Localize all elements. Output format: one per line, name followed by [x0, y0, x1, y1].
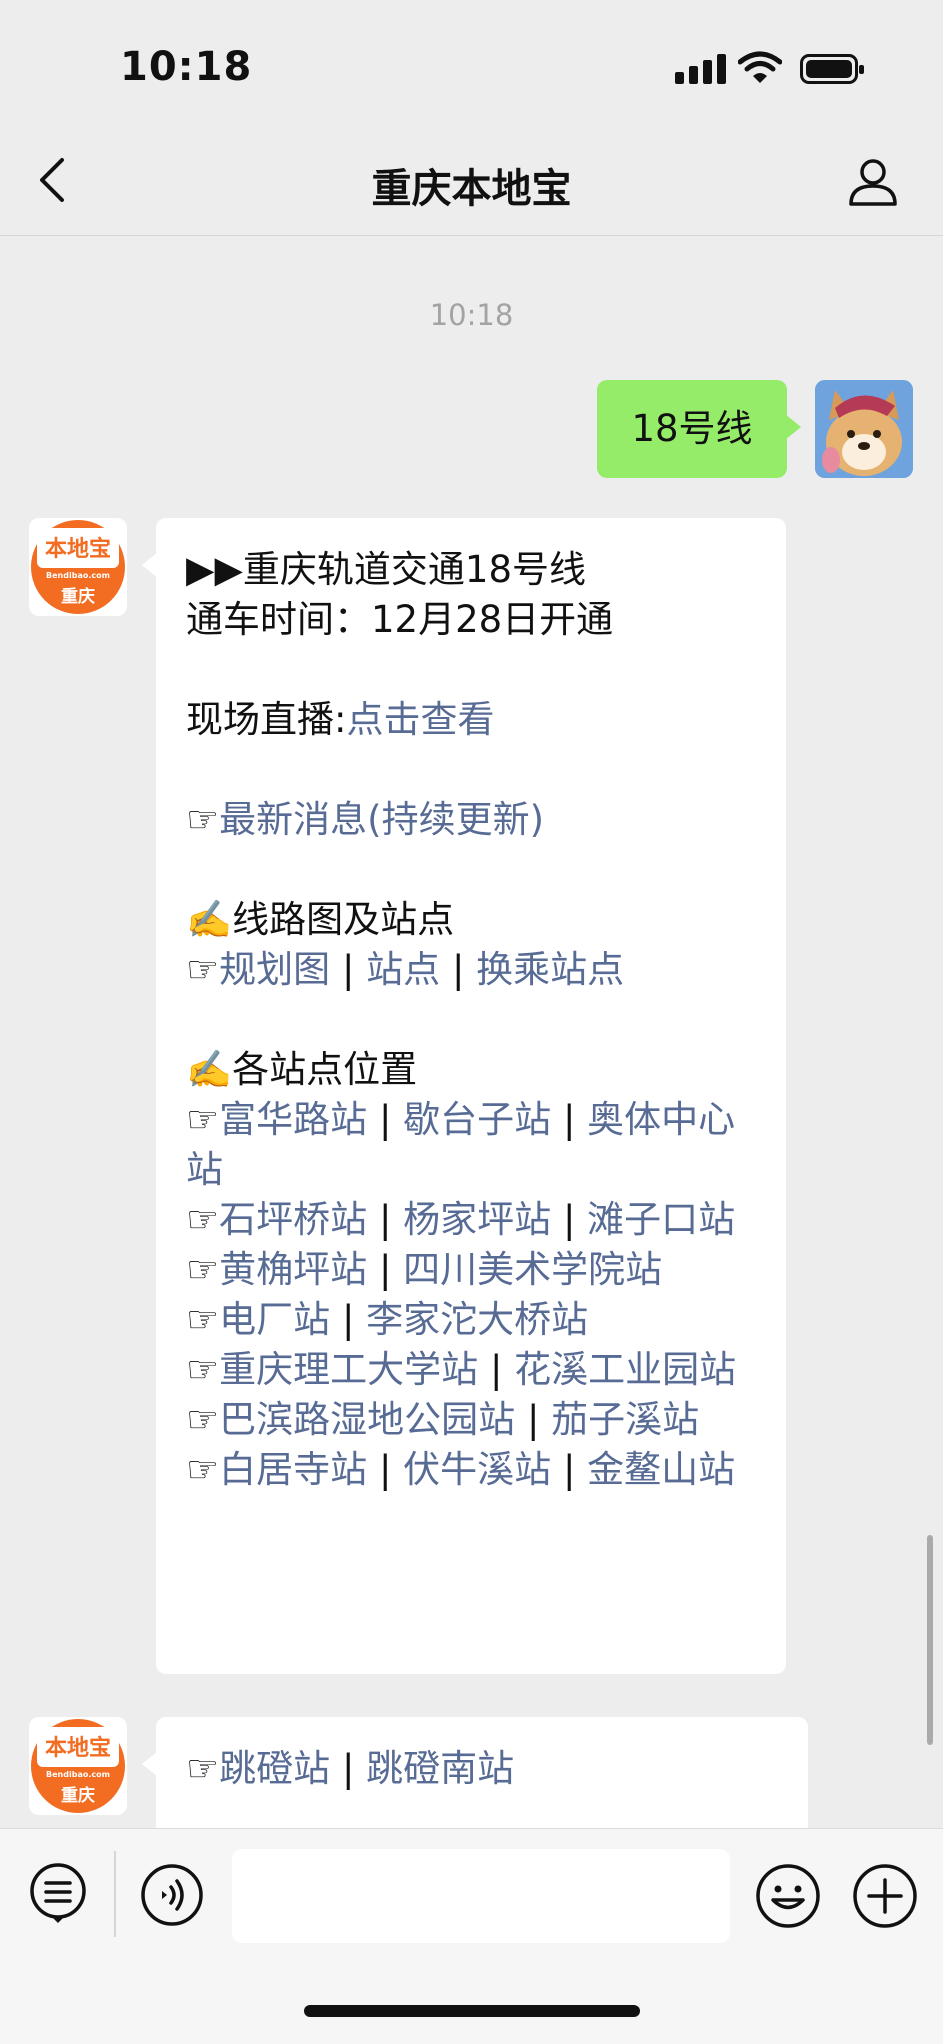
route-heading: ✍️线路图及站点	[186, 898, 455, 941]
station-link[interactable]: 电厂站	[219, 1298, 330, 1341]
profile-icon[interactable]	[848, 156, 898, 206]
logo-city: 重庆	[61, 586, 95, 607]
separator: |	[489, 1348, 503, 1391]
official-account-avatar[interactable]: 本地宝 Bendibao.com 重庆	[29, 1717, 127, 1815]
separator: |	[341, 1298, 355, 1341]
news-link[interactable]: 最新消息(持续更新)	[219, 798, 544, 841]
logo-city: 重庆	[61, 1785, 95, 1806]
nav-bar: 重庆本地宝	[0, 120, 943, 236]
incoming-message: ☞跳磴站 | 跳磴南站	[142, 1717, 808, 1837]
station-link[interactable]: 四川美术学院站	[403, 1248, 662, 1291]
pointing-hand-icon: ☞	[186, 948, 220, 991]
station-link[interactable]: 重庆理工大学站	[219, 1348, 478, 1391]
logo-site: Bendibao.com	[46, 571, 110, 580]
menu-list-icon[interactable]	[28, 1863, 88, 1923]
pointing-hand-icon: ☞	[186, 1298, 220, 1341]
cellular-signal-icon	[675, 54, 727, 84]
pointing-hand-icon: ☞	[186, 1198, 220, 1241]
station-link[interactable]: 李家沱大桥站	[366, 1298, 588, 1341]
scrollbar[interactable]	[927, 1535, 933, 1745]
wifi-icon	[738, 51, 782, 83]
station-row: ☞电厂站 | 李家沱大桥站	[186, 1295, 756, 1345]
station-link[interactable]: 伏牛溪站	[403, 1448, 551, 1491]
opening-time: 通车时间：12月28日开通	[186, 598, 614, 641]
separator: |	[378, 1198, 392, 1241]
separator: |	[451, 948, 465, 991]
separator: |	[378, 1248, 392, 1291]
separator: |	[562, 1098, 576, 1141]
route-map-link[interactable]: 规划图	[219, 948, 330, 991]
emoji-icon[interactable]	[755, 1863, 821, 1929]
pointing-hand-icon: ☞	[186, 1098, 220, 1141]
station-link[interactable]: 滩子口站	[587, 1198, 735, 1241]
page-title: 重庆本地宝	[371, 166, 572, 212]
plus-icon[interactable]	[852, 1863, 918, 1929]
station-link[interactable]: 歇台子站	[403, 1098, 551, 1141]
incoming-message: ▶▶重庆轨道交通18号线 通车时间：12月28日开通 现场直播:点击查看 ☞最新…	[142, 518, 786, 1674]
station-row: ☞石坪桥站 | 杨家坪站 | 滩子口站	[186, 1195, 756, 1245]
station-link[interactable]: 杨家坪站	[403, 1198, 551, 1241]
user-avatar[interactable]	[815, 380, 913, 478]
station-row: ☞巴滨路湿地公园站 | 茄子溪站	[186, 1395, 756, 1445]
pointing-hand-icon: ☞	[186, 1248, 220, 1291]
station-row: ☞黄桷坪站 | 四川美术学院站	[186, 1245, 756, 1295]
battery-icon	[800, 54, 864, 84]
station-link[interactable]: 跳磴站	[219, 1747, 330, 1790]
outgoing-message[interactable]: 18号线	[597, 380, 801, 478]
separator: |	[526, 1398, 540, 1441]
station-link[interactable]: 金鳌山站	[587, 1448, 735, 1491]
separator: |	[341, 1747, 355, 1790]
transfer-stations-link[interactable]: 换乘站点	[476, 948, 624, 991]
station-link[interactable]: 黄桷坪站	[219, 1248, 367, 1291]
station-link[interactable]: 石坪桥站	[219, 1198, 367, 1241]
station-row: ☞富华路站 | 歇台子站 | 奥体中心站	[186, 1095, 756, 1195]
separator: |	[378, 1098, 392, 1141]
status-time: 10:18	[120, 44, 253, 90]
pointing-hand-icon: ☞	[186, 1747, 220, 1790]
logo-text: 本地宝	[45, 1735, 111, 1761]
input-bar	[0, 1828, 943, 2044]
status-bar: 10:18	[0, 0, 943, 140]
station-link[interactable]: 跳磴南站	[366, 1747, 514, 1790]
station-row: ☞白居寺站 | 伏牛溪站 | 金鳌山站	[186, 1445, 756, 1495]
logo-site: Bendibao.com	[46, 1770, 110, 1779]
pointing-hand-icon: ☞	[186, 1448, 220, 1491]
logo-text: 本地宝	[45, 536, 111, 562]
separator: |	[341, 948, 355, 991]
message-input[interactable]	[232, 1849, 730, 1943]
divider	[114, 1851, 116, 1937]
separator: |	[562, 1448, 576, 1491]
live-label: 现场直播:	[186, 698, 347, 741]
pointing-hand-icon: ☞	[186, 798, 220, 841]
chat-timestamp: 10:18	[429, 298, 514, 332]
message-title: ▶▶重庆轨道交通18号线	[186, 548, 586, 591]
pointing-hand-icon: ☞	[186, 1398, 220, 1441]
stations-heading: ✍️各站点位置	[186, 1048, 418, 1091]
voice-icon[interactable]	[140, 1863, 204, 1927]
separator: |	[378, 1448, 392, 1491]
station-row: ☞重庆理工大学站 | 花溪工业园站	[186, 1345, 756, 1395]
official-account-avatar[interactable]: 本地宝 Bendibao.com 重庆	[29, 518, 127, 616]
station-link[interactable]: 白居寺站	[219, 1448, 367, 1491]
pointing-hand-icon: ☞	[186, 1348, 220, 1391]
home-indicator	[304, 2005, 640, 2017]
stations-link[interactable]: 站点	[366, 948, 440, 991]
station-link[interactable]: 富华路站	[219, 1098, 367, 1141]
station-link[interactable]: 茄子溪站	[551, 1398, 699, 1441]
station-link[interactable]: 花溪工业园站	[514, 1348, 736, 1391]
station-link[interactable]: 巴滨路湿地公园站	[219, 1398, 515, 1441]
live-link[interactable]: 点击查看	[346, 698, 494, 741]
separator: |	[562, 1198, 576, 1241]
